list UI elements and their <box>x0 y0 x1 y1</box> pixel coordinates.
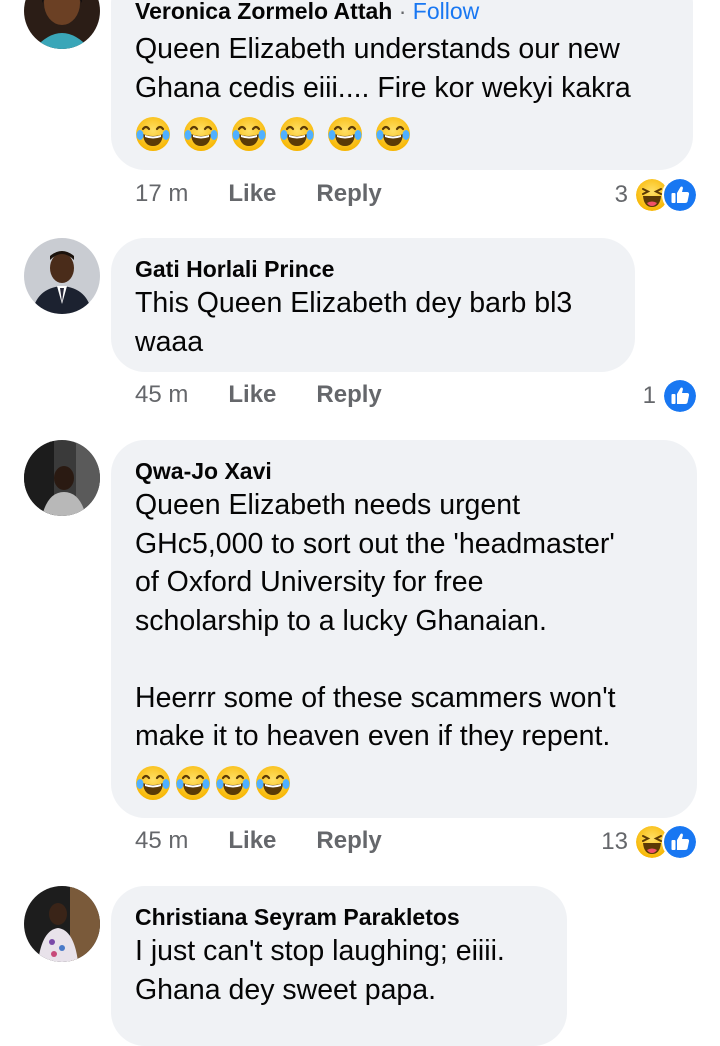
emoji-row <box>135 765 291 801</box>
comment-text: Queen Elizabeth needs urgent GHc5,000 to… <box>135 489 616 752</box>
reaction-count: 13 <box>601 828 628 855</box>
crying-laughing-emoji-icon <box>135 116 171 152</box>
crying-laughing-emoji-icon <box>327 116 363 152</box>
crying-laughing-emoji-icon <box>135 765 171 801</box>
like-button[interactable]: Like <box>228 381 276 409</box>
crying-laughing-emoji-icon <box>375 116 411 152</box>
crying-laughing-emoji-icon <box>183 116 219 152</box>
comment-actions: 45 m Like Reply <box>135 827 382 855</box>
avatar[interactable] <box>24 238 100 314</box>
crying-laughing-emoji-icon <box>231 116 267 152</box>
crying-laughing-emoji-icon <box>175 765 211 801</box>
reply-button[interactable]: Reply <box>316 180 381 208</box>
timestamp[interactable]: 17 m <box>135 180 188 208</box>
avatar[interactable] <box>24 886 100 962</box>
comment-text: This Queen Elizabeth dey barb bl3 waaa <box>135 287 573 358</box>
author-name[interactable]: Qwa-Jo Xavi <box>135 458 272 485</box>
like-icon <box>662 378 698 414</box>
author-name[interactable]: Christiana Seyram Parakletos <box>135 904 460 931</box>
like-icon <box>662 177 698 213</box>
like-button[interactable]: Like <box>228 827 276 855</box>
avatar[interactable] <box>24 0 100 49</box>
author-name[interactable]: Gati Horlali Prince <box>135 256 334 283</box>
comment-bubble: Christiana Seyram Parakletos I just can'… <box>111 886 567 1046</box>
comment-bubble: Qwa-Jo Xavi Queen Elizabeth needs urgent… <box>111 440 697 818</box>
comment-text: I just can't stop laughing; eiiii. Ghana… <box>135 935 505 1006</box>
timestamp[interactable]: 45 m <box>135 827 188 855</box>
emoji-row <box>135 116 411 152</box>
crying-laughing-emoji-icon <box>279 116 315 152</box>
reply-button[interactable]: Reply <box>316 827 381 855</box>
comment-actions: 45 m Like Reply <box>135 381 382 409</box>
comment-text: Queen Elizabeth understands our new Ghan… <box>135 33 631 104</box>
reply-button[interactable]: Reply <box>316 381 381 409</box>
comment-bubble: Veronica Zormelo Attah · Follow Queen El… <box>111 0 693 170</box>
author-name[interactable]: Veronica Zormelo Attah <box>135 0 392 24</box>
like-icon <box>662 824 698 860</box>
avatar[interactable] <box>24 440 100 516</box>
reaction-summary[interactable]: 13 <box>601 824 698 860</box>
like-button[interactable]: Like <box>228 180 276 208</box>
comment-actions: 17 m Like Reply <box>135 180 382 208</box>
timestamp[interactable]: 45 m <box>135 381 188 409</box>
reaction-summary[interactable]: 1 <box>643 378 698 414</box>
separator-dot: · <box>398 0 407 24</box>
reaction-summary[interactable]: 3 <box>615 177 698 213</box>
reaction-count: 3 <box>614 181 628 208</box>
crying-laughing-emoji-icon <box>215 765 251 801</box>
crying-laughing-emoji-icon <box>255 765 291 801</box>
comment-bubble: Gati Horlali Prince This Queen Elizabeth… <box>111 238 635 372</box>
reaction-count: 1 <box>642 382 656 409</box>
follow-button[interactable]: Follow <box>413 0 479 24</box>
